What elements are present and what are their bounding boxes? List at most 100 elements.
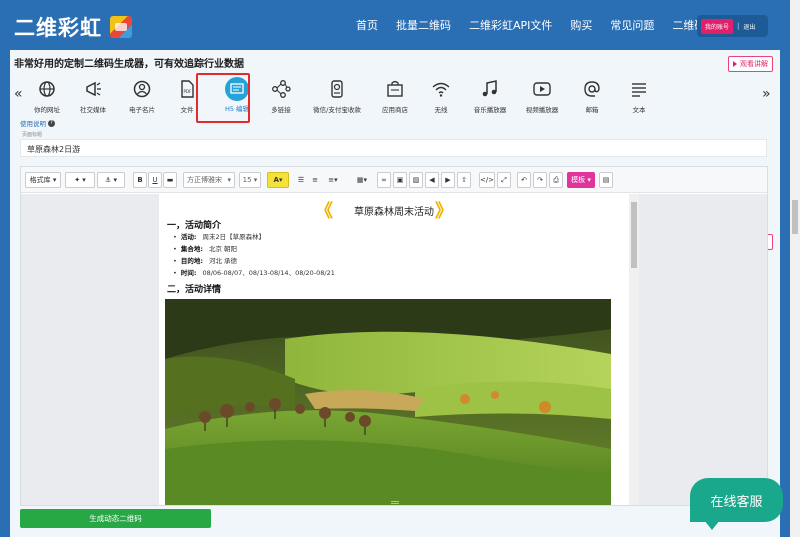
magic-wand-icon: ✦	[74, 176, 81, 184]
tab-multi-link[interactable]: 多链接	[256, 72, 306, 114]
tabs-next-arrow[interactable]: »	[762, 86, 771, 102]
tab-label: 多链接	[271, 106, 291, 114]
highlight-icon: A	[273, 176, 279, 184]
tab-social-media[interactable]: 社交媒体	[68, 72, 118, 114]
text-icon	[626, 76, 652, 102]
tagline: 非常好用的定制二维码生成器，可有效追踪行业数据	[14, 59, 244, 70]
wifi-icon	[428, 76, 454, 102]
tab-website[interactable]: 你的网址	[22, 72, 72, 114]
fullscreen-icon[interactable]: ⤢	[497, 172, 511, 188]
bullet-list-icon[interactable]: ☰	[295, 172, 307, 188]
code-view-icon[interactable]: </>	[479, 172, 495, 188]
page-scroll-thumb[interactable]	[792, 200, 798, 234]
rainbow-logo-icon	[110, 16, 132, 38]
anchor-icon: ⚓	[104, 176, 112, 184]
page-scrollbar[interactable]	[790, 0, 800, 537]
main-nav: 首页 批量二维码 二维彩虹API文件 购买 常见问题 二维码学院	[356, 17, 745, 33]
upload-icon[interactable]: ⇧	[457, 172, 471, 188]
user-card-icon	[129, 76, 155, 102]
account-box: 我的账号 | 退出	[697, 15, 768, 37]
underline-button[interactable]: U	[148, 172, 162, 188]
tab-label: 邮箱	[585, 106, 599, 114]
account-separator: |	[737, 22, 740, 30]
online-service-chat-button[interactable]: 在线客服	[690, 478, 783, 530]
editor-toolbar: 格式库 ▾ ✦ ▾ ⚓ ▾ B U ▬ 方正博雅宋 ▾ 15 ▾ A ▾ ☰ ≡ ≡…	[21, 167, 767, 193]
video-icon	[529, 76, 555, 102]
at-icon	[579, 76, 605, 102]
numbered-list-icon[interactable]: ≡	[309, 172, 321, 188]
highlight-color-button[interactable]: A ▾	[267, 172, 289, 188]
store-icon	[382, 76, 408, 102]
play-icon	[733, 61, 737, 67]
editor-scrollbar[interactable]	[629, 194, 639, 505]
generate-dynamic-qr-button[interactable]: 生成动态二维码	[20, 509, 211, 528]
payment-icon	[324, 76, 350, 102]
help-link[interactable]: 使用说明 ?	[20, 118, 55, 128]
save-draft-icon[interactable]: ▤	[599, 172, 613, 188]
tab-app-store[interactable]: 应用商店	[370, 72, 420, 114]
tab-music-player[interactable]: 音乐播放器	[465, 72, 515, 114]
tab-vcard[interactable]: 电子名片	[117, 72, 167, 114]
image-icon[interactable]: ▨	[409, 172, 423, 188]
anchor-dropdown[interactable]: ⚓ ▾	[97, 172, 125, 188]
text-color-button[interactable]: ▬	[163, 172, 177, 188]
section-intro-heading: 一，活动简介	[167, 221, 222, 231]
logout-link[interactable]: 退出	[743, 22, 755, 31]
link-icon[interactable]: ∞	[377, 172, 391, 188]
tab-email[interactable]: 邮箱	[567, 72, 617, 114]
nav-faq[interactable]: 常见问题	[610, 17, 654, 33]
align-dropdown-icon[interactable]: ≡▾	[323, 172, 343, 188]
tab-label: 无线	[434, 106, 448, 114]
active-tab-highlight	[196, 73, 250, 123]
tab-label: 社交媒体	[80, 106, 106, 114]
editor-resize-handle[interactable]	[391, 501, 399, 504]
audio-icon[interactable]: ◀	[425, 172, 439, 188]
bold-button[interactable]: B	[133, 172, 147, 188]
page-title-label: 页面标题	[22, 132, 43, 138]
chevron-right-decor: 》	[435, 201, 453, 222]
video-insert-icon[interactable]: ▶	[441, 172, 455, 188]
nav-api-docs[interactable]: 二维彩虹API文件	[469, 17, 552, 33]
tab-video-player[interactable]: 视频播放器	[517, 72, 567, 114]
qr-type-tabs: 你的网址 社交媒体 电子名片 PDF 文件 H5 编辑 多链接 微信/支付宝收款…	[22, 72, 662, 122]
detail-time: 时间:08/06-08/07、08/13-08/14、08/20-08/21	[173, 267, 335, 277]
editor-page[interactable]: 《 草原森林周末活动 》 一，活动简介 活动:周末2日【草原森林】 集合地:北京…	[159, 194, 629, 505]
nav-buy[interactable]: 购买	[570, 17, 592, 33]
tab-text[interactable]: 文本	[614, 72, 664, 114]
style-library-dropdown[interactable]: 格式库 ▾	[25, 172, 61, 188]
globe-icon	[34, 76, 60, 102]
tab-payment[interactable]: 微信/支付宝收款	[312, 72, 362, 114]
tab-label: 微信/支付宝收款	[313, 106, 361, 114]
tab-label: 音乐播放器	[473, 106, 507, 114]
section-details-heading: 二，活动详情	[167, 285, 222, 295]
question-icon: ?	[48, 119, 55, 127]
site-logo[interactable]: 二维彩虹	[14, 12, 132, 42]
redo-icon[interactable]: ↷	[533, 172, 547, 188]
font-color-icon: ▬	[166, 176, 174, 184]
music-icon	[477, 76, 503, 102]
magic-wand-dropdown[interactable]: ✦ ▾	[65, 172, 95, 188]
undo-icon[interactable]: ↶	[517, 172, 531, 188]
watch-tutorial-button-top[interactable]: 观看讲解	[728, 56, 773, 72]
editor-scroll-thumb[interactable]	[631, 202, 637, 268]
my-account-button[interactable]: 我的账号	[701, 18, 734, 34]
nav-batch-qr[interactable]: 批量二维码	[396, 17, 451, 33]
image-frame-icon[interactable]: ▣	[393, 172, 407, 188]
font-size-select[interactable]: 15 ▾	[239, 172, 261, 188]
print-icon[interactable]: ⎙	[549, 172, 563, 188]
tab-label: 视频播放器	[525, 106, 559, 114]
template-dropdown[interactable]: 模板 ▾	[567, 172, 595, 188]
page-title-input[interactable]: 草原森林2日游	[20, 139, 767, 157]
tab-wifi[interactable]: 无线	[416, 72, 466, 114]
detail-activity: 活动:周末2日【草原森林】	[173, 231, 265, 241]
svg-text:PDF: PDF	[184, 89, 192, 94]
doc-title: 草原森林周末活动	[354, 207, 434, 218]
landscape-photo[interactable]	[165, 299, 611, 505]
tab-label: 电子名片	[129, 106, 155, 114]
tab-label: 你的网址	[34, 106, 60, 114]
rich-text-editor: 格式库 ▾ ✦ ▾ ⚓ ▾ B U ▬ 方正博雅宋 ▾ 15 ▾ A ▾ ☰ ≡ ≡…	[20, 166, 768, 506]
table-icon[interactable]: ▦▾	[353, 172, 371, 188]
detail-meeting-point: 集合地:北京 朝阳	[173, 243, 237, 253]
font-family-select[interactable]: 方正博雅宋 ▾	[183, 172, 235, 188]
nav-home[interactable]: 首页	[356, 17, 378, 33]
